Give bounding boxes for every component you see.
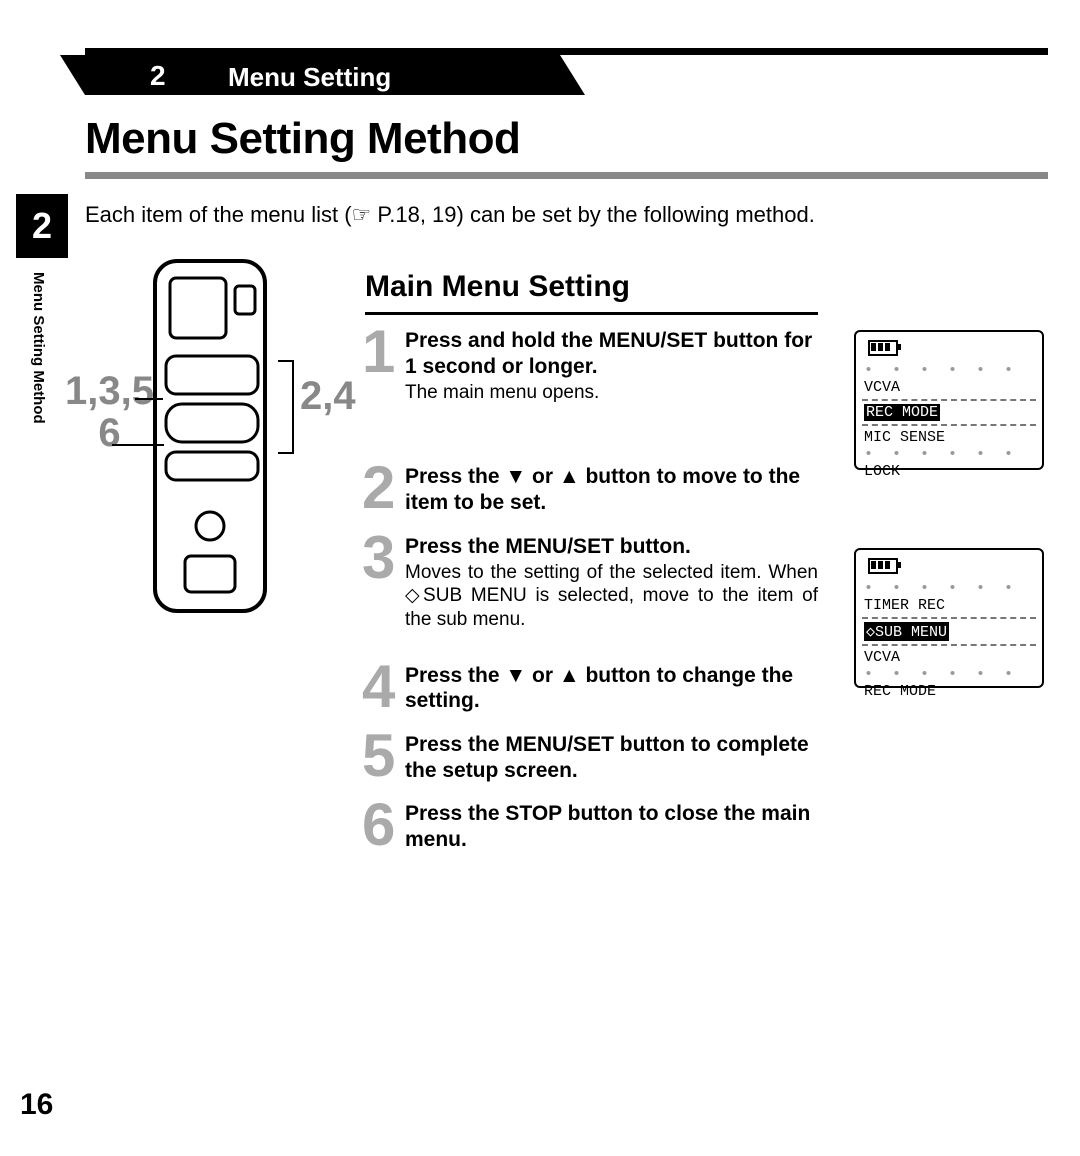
step-4: 4 Press the ▼ or ▲ button to change the … xyxy=(365,663,818,714)
leader-line xyxy=(135,398,163,400)
lcd-line: TIMER REC xyxy=(864,597,945,614)
lcd-screen-2: • • • • • • • • • TIMER REC ◇SUB MENU VC… xyxy=(854,548,1044,688)
lcd-line: VCVA xyxy=(864,649,900,666)
menu-set-key: MENU/SET xyxy=(505,535,614,558)
bracket-right xyxy=(278,360,294,454)
subsection-rule xyxy=(365,312,818,315)
callout-right: 2,4 xyxy=(300,374,356,419)
lcd-line: VCVA xyxy=(864,379,900,396)
lcd-line: LOCK xyxy=(864,463,900,480)
chapter-number: 2 xyxy=(150,60,166,92)
step-number: 1 xyxy=(362,322,395,382)
device-illustration xyxy=(140,256,280,616)
step-number: 6 xyxy=(362,795,395,855)
menu-set-key: MENU/SET xyxy=(505,733,614,756)
subsection-title: Main Menu Setting xyxy=(365,270,630,304)
chapter-label: Menu Setting xyxy=(228,62,391,93)
side-chapter-tab: 2 xyxy=(16,194,68,258)
page-title: Menu Setting Method xyxy=(85,114,520,164)
step-text: Press the xyxy=(405,802,505,825)
lcd-divider xyxy=(862,399,1036,401)
step-6: 6 Press the STOP button to close the mai… xyxy=(365,801,818,852)
lcd-line-selected: ◇SUB MENU xyxy=(864,622,949,641)
step-text: button. xyxy=(614,535,691,558)
stop-key: STOP xyxy=(505,802,561,825)
step-number: 4 xyxy=(362,657,395,717)
top-rule xyxy=(85,48,1048,55)
step-number: 2 xyxy=(362,458,395,518)
step-number: 5 xyxy=(362,726,395,786)
side-caption: Menu Setting Method xyxy=(30,272,47,424)
leader-line xyxy=(112,444,164,446)
step-text: Press the xyxy=(405,535,505,558)
title-rule xyxy=(85,172,1048,179)
step-number: 3 xyxy=(362,528,395,588)
lcd-line-selected: REC MODE xyxy=(864,404,940,421)
step-desc: Moves to the setting of the selected ite… xyxy=(405,561,818,631)
step-text: Press the xyxy=(405,733,505,756)
battery-icon xyxy=(868,340,898,356)
dot-row: • • • • • • • • • xyxy=(864,362,1034,379)
step-1: 1 Press and hold the MENU/SET button for… xyxy=(365,328,818,404)
lcd-screen-1: • • • • • • • • • VCVA REC MODE MIC SENS… xyxy=(854,330,1044,470)
dot-row: • • • • • • • • • xyxy=(864,580,1034,597)
callout-left: 1,3,5 6 xyxy=(65,370,154,454)
lcd-line: MIC SENSE xyxy=(864,429,945,446)
step-text: Press the ▼ or ▲ button to change the se… xyxy=(405,664,793,713)
steps-list: 1 Press and hold the MENU/SET button for… xyxy=(365,328,818,870)
step-desc: The main menu opens. xyxy=(405,381,818,404)
manual-page: 2 Menu Setting Menu Setting Method Each … xyxy=(0,0,1080,1156)
battery-icon xyxy=(868,558,898,574)
callout-1-3-5: 1,3,5 xyxy=(65,369,154,413)
lcd-line: REC MODE xyxy=(864,683,936,700)
lcd-divider xyxy=(862,644,1036,646)
step-text: Press the ▼ or ▲ button to move to the i… xyxy=(405,465,800,514)
callout-6: 6 xyxy=(98,411,120,455)
step-text: Press and hold the xyxy=(405,329,599,352)
dot-row: • • • • • • • • • xyxy=(864,666,1034,683)
step-5: 5 Press the MENU/SET button to complete … xyxy=(365,732,818,783)
lcd-divider xyxy=(862,424,1036,426)
page-number: 16 xyxy=(20,1088,53,1122)
menu-set-key: MENU/SET xyxy=(599,329,708,352)
step-2: 2 Press the ▼ or ▲ button to move to the… xyxy=(365,464,818,515)
dot-row: • • • • • • • • • xyxy=(864,446,1034,463)
step-3: 3 Press the MENU/SET button. Moves to th… xyxy=(365,534,818,631)
lcd-divider xyxy=(862,617,1036,619)
intro-text: Each item of the menu list (☞ P.18, 19) … xyxy=(85,202,815,228)
